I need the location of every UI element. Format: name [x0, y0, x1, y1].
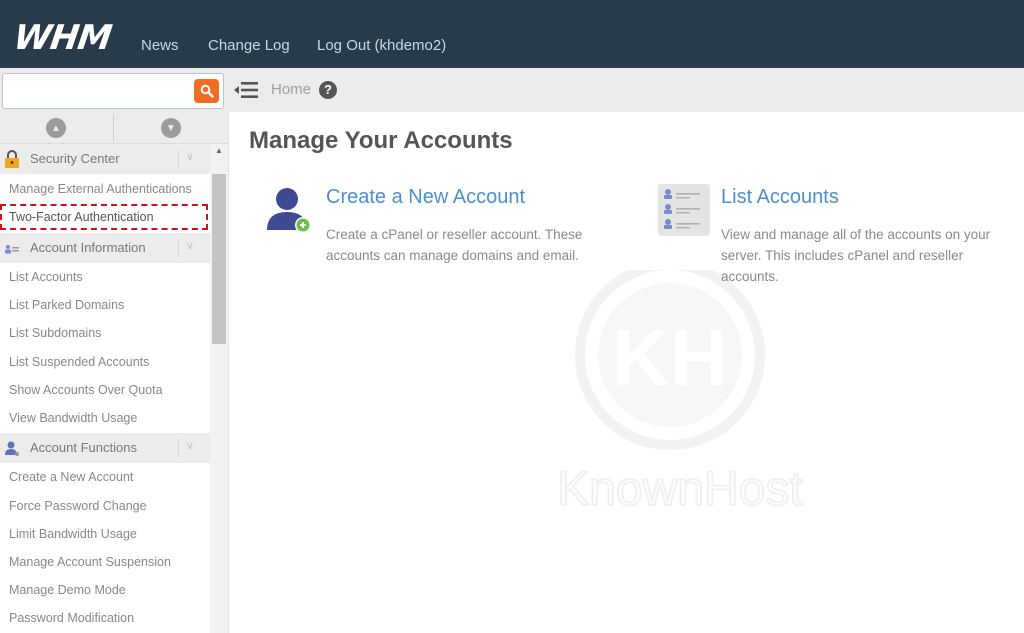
sidebar-scrollbar-thumb[interactable] [212, 174, 226, 344]
divider [178, 150, 179, 168]
category-items [0, 263, 210, 433]
nav-news[interactable]: News [141, 37, 179, 54]
top-bar [0, 0, 1024, 68]
divider [113, 114, 114, 142]
collapse-all-button[interactable]: ▲ [46, 118, 66, 138]
whm-logo[interactable]: WHM [11, 18, 113, 58]
account-info-icon [5, 245, 19, 254]
chevron-up-icon: ▲ [51, 122, 61, 134]
lock-icon [5, 150, 19, 168]
category-label: Security Center [30, 151, 120, 166]
nav-change-log[interactable]: Change Log [208, 37, 290, 54]
sidebar-item-list-accounts[interactable]: List Accounts [9, 270, 83, 284]
category-label: Account Information [30, 240, 146, 255]
divider [178, 439, 179, 457]
sidebar-item-manage-demo-mode[interactable]: Manage Demo Mode [9, 583, 126, 597]
category-items [0, 463, 210, 633]
sidebar-item-list-parked-domains[interactable]: List Parked Domains [9, 298, 124, 312]
sidebar-item-list-subdomains[interactable]: List Subdomains [9, 326, 101, 340]
expand-all-button[interactable]: ▼ [161, 118, 181, 138]
sidebar-item-password-modification[interactable]: Password Modification [9, 611, 134, 625]
sidebar-item-show-accounts-over-quota[interactable]: Show Accounts Over Quota [9, 383, 163, 397]
sidebar-item-manage-external-authentications[interactable]: Manage External Authentications [9, 182, 192, 196]
description-line: accounts. [721, 269, 779, 284]
description-line: accounts can manage domains and email. [326, 248, 579, 263]
chevron-down-icon[interactable]: ∨ [186, 150, 194, 163]
divider [178, 239, 179, 257]
sidebar-item-view-bandwidth-usage[interactable]: View Bandwidth Usage [9, 411, 137, 425]
sidebar-item-list-suspended-accounts[interactable]: List Suspended Accounts [9, 355, 149, 369]
sidebar-category-account-functions[interactable]: Account Functions ∨ [0, 433, 210, 463]
search-icon [200, 84, 214, 98]
list-accounts-link[interactable]: List Accounts [721, 186, 839, 209]
watermark-text: KnownHost [557, 463, 802, 516]
user-icon [5, 441, 19, 456]
breadcrumb-home[interactable]: Home [271, 81, 311, 98]
create-account-link[interactable]: Create a New Account [326, 186, 525, 209]
scroll-up-icon[interactable]: ▲ [215, 146, 223, 155]
category-label: Account Functions [30, 440, 137, 455]
nav-logout[interactable]: Log Out (khdemo2) [317, 37, 446, 54]
description-line: View and manage all of the accounts on y… [721, 227, 991, 242]
knownhost-watermark: KH KnownHost [556, 270, 804, 517]
list-accounts-description: View and manage all of the accounts on y… [721, 224, 990, 287]
chevron-down-icon[interactable]: ∨ [186, 439, 194, 452]
sidebar-collapse-row [0, 112, 228, 144]
highlight-box [0, 204, 208, 230]
description-line: Create a cPanel or reseller account. The… [326, 227, 583, 242]
sidebar-item-create-a-new-account[interactable]: Create a New Account [9, 470, 133, 484]
chevron-down-icon[interactable]: ∨ [186, 239, 194, 252]
watermark-monogram: KH [612, 313, 728, 402]
sidebar-item-force-password-change[interactable]: Force Password Change [9, 499, 147, 513]
create-account-description: Create a cPanel or reseller account. The… [326, 224, 582, 266]
sidebar-toggle-icon[interactable] [234, 80, 258, 100]
help-icon[interactable]: ? [319, 81, 337, 99]
search-button[interactable] [194, 79, 219, 103]
sidebar-item-manage-account-suspension[interactable]: Manage Account Suspension [9, 555, 171, 569]
create-account-icon[interactable] [263, 184, 315, 236]
description-line: server. This includes cPanel and reselle… [721, 248, 964, 263]
page-title: Manage Your Accounts [249, 127, 513, 154]
sidebar-category-account-information[interactable]: Account Information ∨ [0, 233, 210, 263]
chevron-down-icon: ▼ [166, 122, 176, 134]
search-input[interactable] [2, 73, 224, 109]
sidebar-category-security-center[interactable]: Security Center ∨ [0, 144, 210, 174]
sidebar-item-limit-bandwidth-usage[interactable]: Limit Bandwidth Usage [9, 527, 137, 541]
list-accounts-icon[interactable] [658, 184, 710, 236]
